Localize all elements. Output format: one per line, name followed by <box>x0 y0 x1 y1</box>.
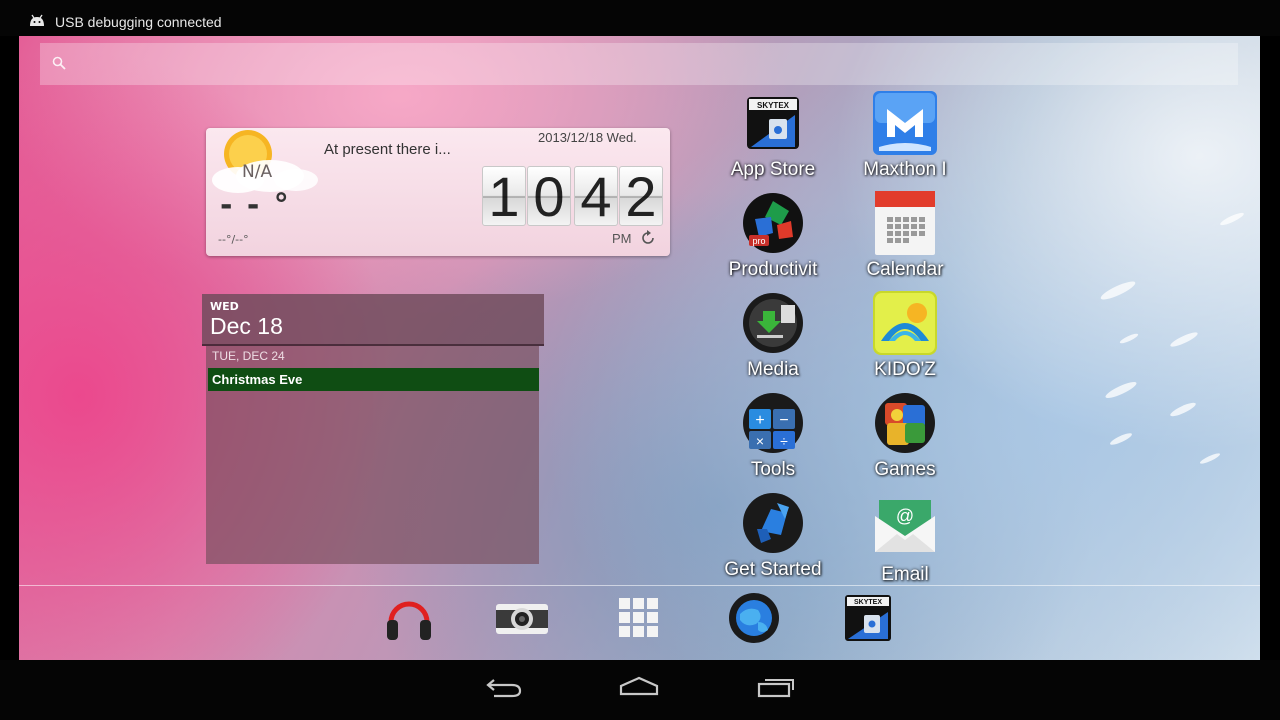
refresh-icon[interactable] <box>640 230 656 246</box>
calendar-day-of-week: WED <box>210 300 239 313</box>
svg-text:SKYTEX: SKYTEX <box>757 101 790 110</box>
calendar-widget-agenda[interactable]: TUE, DEC 24 Christmas Eve <box>206 346 539 564</box>
clock-digit-3: 4 <box>574 166 618 227</box>
status-bar: USB debugging connected <box>0 0 1280 36</box>
browser-globe-icon[interactable] <box>728 592 780 644</box>
maxthon-icon <box>873 91 937 155</box>
weather-date: 2013/12/18 Wed. <box>538 130 637 145</box>
get-started-shortcut[interactable]: Get Started <box>708 491 838 587</box>
clock-digit-4: 2 <box>619 166 663 227</box>
search-icon[interactable] <box>52 56 66 70</box>
app-label: Media <box>747 359 799 380</box>
dock-divider <box>19 585 1260 586</box>
app-label: App Store <box>730 159 816 180</box>
kidoz-icon <box>873 291 937 355</box>
get-started-icon <box>743 493 803 553</box>
svg-text:÷: ÷ <box>780 433 788 449</box>
weather-temperature: - - ° <box>220 188 291 223</box>
app-label: Productivit <box>728 259 818 280</box>
weather-clock-widget[interactable]: N/A - - ° --°/--° At present there i... … <box>206 128 670 256</box>
media-shortcut[interactable]: Media <box>708 291 838 387</box>
app-label: Maxthon I <box>863 159 947 180</box>
productivity-icon: pro <box>743 193 803 253</box>
search-bar[interactable] <box>40 43 1238 85</box>
app-label: Email <box>881 564 929 585</box>
android-debug-icon <box>30 14 44 26</box>
camera-icon[interactable] <box>496 592 548 644</box>
status-notification: USB debugging connected <box>55 14 222 30</box>
svg-text:@: @ <box>896 506 914 526</box>
svg-text:SKYTEX: SKYTEX <box>854 599 882 606</box>
app-store-icon: SKYTEX <box>747 97 799 149</box>
calendar-shortcut[interactable]: Calendar <box>840 191 970 287</box>
weather-description: At present there i... <box>324 141 451 158</box>
navigation-bar <box>0 660 1280 720</box>
calendar-date: Dec 18 <box>210 313 283 339</box>
recent-apps-icon[interactable] <box>757 674 797 700</box>
svg-text:pro: pro <box>752 236 765 246</box>
app-label: Tools <box>750 459 796 480</box>
clock-ampm: PM <box>612 231 632 246</box>
kidoz-shortcut[interactable]: KIDO'Z <box>840 291 970 387</box>
maxthon-shortcut[interactable]: Maxthon I <box>840 91 970 187</box>
app-label: Calendar <box>866 259 944 280</box>
app-store-shortcut[interactable]: SKYTEX App Store <box>708 91 838 187</box>
headphones-icon[interactable] <box>383 592 435 644</box>
app-label: Get Started <box>724 559 822 580</box>
media-icon <box>743 293 803 353</box>
svg-text:−: − <box>779 412 788 429</box>
app-label: KIDO'Z <box>874 359 936 380</box>
calendar-icon <box>875 191 935 255</box>
app-store-icon[interactable]: SKYTEX <box>842 592 894 644</box>
calendar-widget-header[interactable]: WED Dec 18 <box>202 294 544 346</box>
tools-icon: + − × ÷ <box>743 393 803 453</box>
calendar-event-day: TUE, DEC 24 <box>212 349 285 363</box>
games-shortcut[interactable]: Games <box>840 391 970 487</box>
weather-condition: N/A <box>242 162 273 182</box>
games-icon <box>875 393 935 453</box>
clock-digit-2: 0 <box>527 166 571 227</box>
home-icon[interactable] <box>619 674 659 700</box>
back-icon[interactable] <box>484 674 524 700</box>
weather-range: --°/--° <box>218 233 249 246</box>
tools-shortcut[interactable]: + − × ÷ Tools <box>708 391 838 487</box>
productivity-shortcut[interactable]: pro Productivit <box>708 191 838 287</box>
svg-text:+: + <box>755 412 764 429</box>
email-icon: @ <box>875 500 935 552</box>
calendar-event[interactable]: Christmas Eve <box>208 368 539 391</box>
app-drawer-icon[interactable] <box>613 592 665 644</box>
clock-digit-1: 1 <box>482 166 526 227</box>
email-shortcut[interactable]: @ Email <box>840 496 970 592</box>
app-label: Games <box>874 459 936 480</box>
svg-text:×: × <box>756 433 764 449</box>
home-screen: N/A - - ° --°/--° At present there i... … <box>19 36 1260 660</box>
